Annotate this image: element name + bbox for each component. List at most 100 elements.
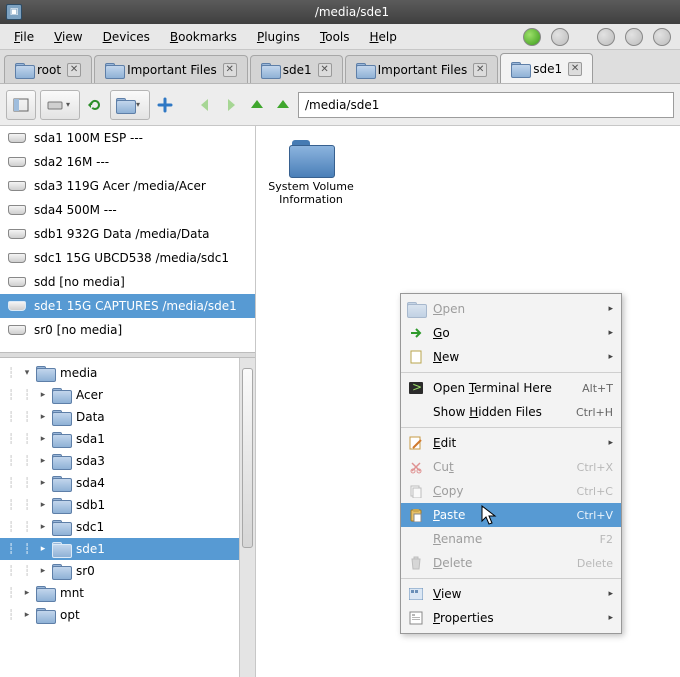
tab-close-icon[interactable]: ✕ <box>67 63 81 77</box>
tree-row[interactable]: ┆▸opt <box>0 604 239 626</box>
window-titlebar: ▣ /media/sde1 <box>0 0 680 24</box>
tree-label: sda4 <box>76 476 105 490</box>
tree-twisty-icon[interactable]: ▸ <box>36 434 50 444</box>
device-row[interactable]: sr0 [no media] <box>0 318 255 342</box>
ctx-cut[interactable]: CutCtrl+X <box>401 455 621 479</box>
menu-devices[interactable]: Devices <box>95 27 158 47</box>
device-row[interactable]: sde1 15G CAPTURES /media/sde1 <box>0 294 255 318</box>
drive-button[interactable]: ▾ <box>40 90 80 120</box>
tree-row[interactable]: ┆▸mnt <box>0 582 239 604</box>
tree-twisty-icon[interactable]: ▸ <box>20 588 34 598</box>
path-input[interactable] <box>298 92 674 118</box>
refresh-button[interactable] <box>84 94 106 116</box>
ctx-new[interactable]: New▸ <box>401 345 621 369</box>
ctx-show-hidden[interactable]: Show Hidden FilesCtrl+H <box>401 400 621 424</box>
menubar: File View Devices Bookmarks Plugins Tool… <box>0 24 680 50</box>
menu-plugins[interactable]: Plugins <box>249 27 308 47</box>
tab-close-icon[interactable]: ✕ <box>473 63 487 77</box>
drive-icon <box>8 325 26 335</box>
left-panel: sda1 100M ESP ---sda2 16M ---sda3 119G A… <box>0 126 256 677</box>
tree-scrollbar[interactable] <box>239 358 255 677</box>
folder-icon <box>52 454 70 468</box>
nav-back-button[interactable] <box>194 94 216 116</box>
drive-icon <box>8 157 26 167</box>
tree-twisty-icon[interactable]: ▸ <box>36 544 50 554</box>
tree-row[interactable]: ┆┆▸sr0 <box>0 560 239 582</box>
ctx-open[interactable]: Open▸ <box>401 297 621 321</box>
nav-forward-button[interactable] <box>220 94 242 116</box>
ctx-separator <box>401 372 621 373</box>
ctx-rename[interactable]: RenameF2 <box>401 527 621 551</box>
nav-up-prev-button[interactable] <box>246 94 268 116</box>
folder-label: System Volume Information <box>266 180 356 206</box>
tree-twisty-icon[interactable]: ▸ <box>36 412 50 422</box>
ctx-edit[interactable]: Edit▸ <box>401 431 621 455</box>
folder-icon <box>52 520 70 534</box>
tab-important-files-1[interactable]: Important Files✕ <box>94 55 248 83</box>
tab-root[interactable]: root✕ <box>4 55 92 83</box>
device-row[interactable]: sdc1 15G UBCD538 /media/sdc1 <box>0 246 255 270</box>
tree-row[interactable]: ┆┆▸sde1 <box>0 538 239 560</box>
add-bookmark-button[interactable] <box>154 94 176 116</box>
home-button[interactable]: ▾ <box>110 90 150 120</box>
tab-close-icon[interactable]: ✕ <box>568 62 582 76</box>
tab-important-files-2[interactable]: Important Files✕ <box>345 55 499 83</box>
tree-twisty-icon[interactable]: ▾ <box>20 368 34 378</box>
tab-close-icon[interactable]: ✕ <box>223 63 237 77</box>
ctx-open-terminal[interactable]: > Open Terminal HereAlt+T <box>401 376 621 400</box>
drive-icon <box>8 205 26 215</box>
ctx-delete[interactable]: DeleteDelete <box>401 551 621 575</box>
go-arrow-icon <box>407 326 425 340</box>
menu-bookmarks[interactable]: Bookmarks <box>162 27 245 47</box>
folder-icon <box>36 586 54 600</box>
menu-tools[interactable]: Tools <box>312 27 358 47</box>
tree-row[interactable]: ┆▾media <box>0 362 239 384</box>
ctx-go[interactable]: Go▸ <box>401 321 621 345</box>
tree-row[interactable]: ┆┆▸Data <box>0 406 239 428</box>
tree-twisty-icon[interactable]: ▸ <box>36 522 50 532</box>
sidebar-toggle-button[interactable] <box>6 90 36 120</box>
ctx-copy[interactable]: CopyCtrl+C <box>401 479 621 503</box>
tree-twisty-icon[interactable]: ▸ <box>36 566 50 576</box>
tree-row[interactable]: ┆┆▸sdb1 <box>0 494 239 516</box>
tab-label: sde1 <box>533 62 562 76</box>
ctx-view[interactable]: View▸ <box>401 582 621 606</box>
device-row[interactable]: sda2 16M --- <box>0 150 255 174</box>
tree-row[interactable]: ┆┆▸Acer <box>0 384 239 406</box>
tree-twisty-icon[interactable]: ▸ <box>20 610 34 620</box>
ctx-paste[interactable]: PasteCtrl+V <box>401 503 621 527</box>
menu-file[interactable]: File <box>6 27 42 47</box>
scroll-thumb[interactable] <box>242 368 253 548</box>
device-row[interactable]: sdb1 932G Data /media/Data <box>0 222 255 246</box>
status-led-2 <box>551 28 569 46</box>
tree-row[interactable]: ┆┆▸sda4 <box>0 472 239 494</box>
drive-icon <box>8 133 26 143</box>
ctx-properties[interactable]: Properties▸ <box>401 606 621 630</box>
drive-icon <box>8 229 26 239</box>
tree-label: media <box>60 366 97 380</box>
up-arrow-icon <box>274 96 292 114</box>
copy-icon <box>407 484 425 498</box>
tree-label: mnt <box>60 586 84 600</box>
menu-view[interactable]: View <box>46 27 90 47</box>
device-row[interactable]: sda4 500M --- <box>0 198 255 222</box>
tree-twisty-icon[interactable]: ▸ <box>36 456 50 466</box>
tree-row[interactable]: ┆┆▸sda3 <box>0 450 239 472</box>
device-row[interactable]: sda3 119G Acer /media/Acer <box>0 174 255 198</box>
tab-close-icon[interactable]: ✕ <box>318 63 332 77</box>
tree-twisty-icon[interactable]: ▸ <box>36 478 50 488</box>
folder-item[interactable]: System Volume Information <box>266 140 356 206</box>
tree-twisty-icon[interactable]: ▸ <box>36 390 50 400</box>
drive-icon <box>8 181 26 191</box>
tab-sde1-2[interactable]: sde1 ✕ <box>500 53 593 83</box>
device-row[interactable]: sdd [no media] <box>0 270 255 294</box>
menu-help[interactable]: Help <box>362 27 405 47</box>
tree-row[interactable]: ┆┆▸sda1 <box>0 428 239 450</box>
status-led-1 <box>523 28 541 46</box>
device-label: sdd [no media] <box>34 275 125 289</box>
device-row[interactable]: sda1 100M ESP --- <box>0 126 255 150</box>
tree-row[interactable]: ┆┆▸sdc1 <box>0 516 239 538</box>
tree-twisty-icon[interactable]: ▸ <box>36 500 50 510</box>
tab-sde1-1[interactable]: sde1✕ <box>250 55 343 83</box>
nav-up-button[interactable] <box>272 94 294 116</box>
